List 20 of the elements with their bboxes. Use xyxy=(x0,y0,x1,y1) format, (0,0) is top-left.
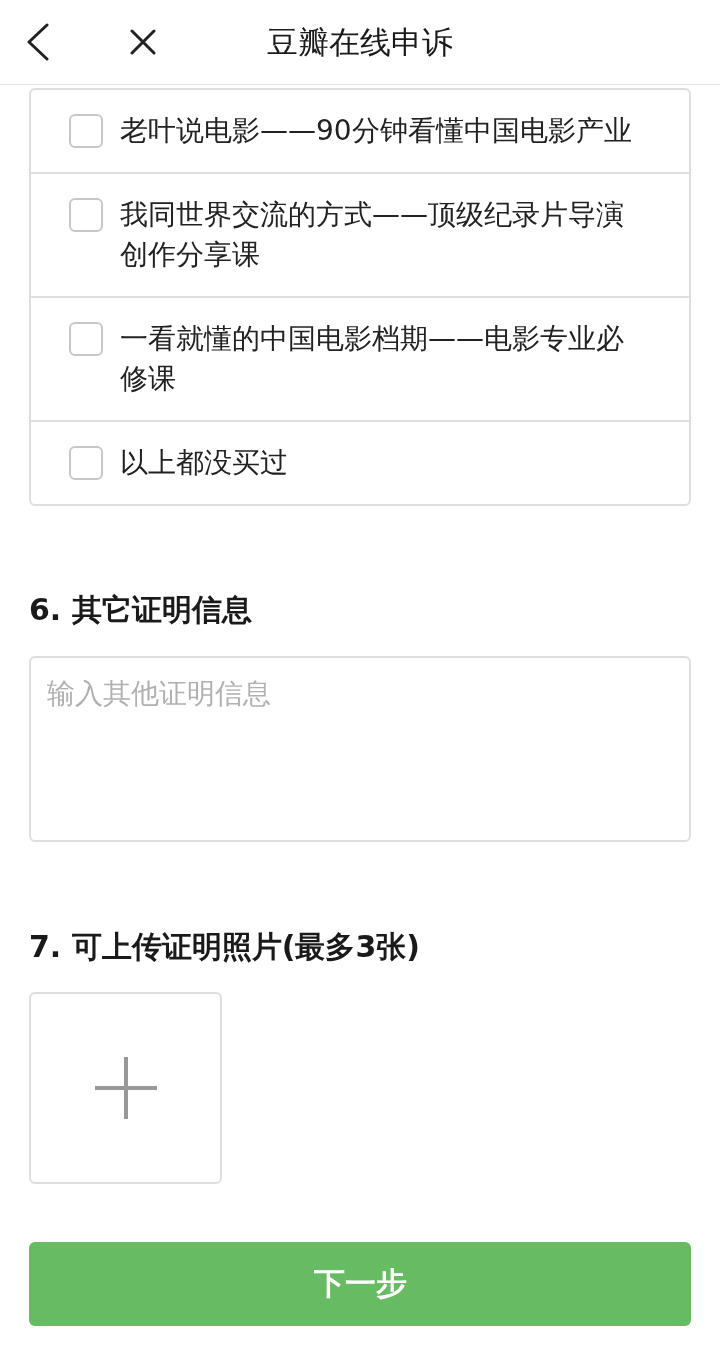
plus-icon xyxy=(94,1057,157,1119)
page-title: 豆瓣在线申诉 xyxy=(267,23,453,62)
option-label: 一看就懂的中国电影档期——电影专业必修课 xyxy=(120,321,625,397)
upload-photo-button[interactable] xyxy=(29,992,222,1184)
checkbox[interactable] xyxy=(69,198,103,232)
option-row[interactable]: 老叶说电影——90分钟看懂中国电影产业 xyxy=(31,90,689,172)
checkbox[interactable] xyxy=(69,114,103,148)
checkbox[interactable] xyxy=(69,446,103,480)
option-row[interactable]: 以上都没买过 xyxy=(31,420,689,504)
input-field[interactable]: 输入其他证明信息 xyxy=(29,656,691,842)
section-heading: 7. 可上传证明照片(最多3张) xyxy=(29,928,421,966)
option-row[interactable]: 我同世界交流的方式——顶级纪录片导演创作分享课 xyxy=(31,172,689,296)
option-label: 以上都没买过 xyxy=(120,445,289,481)
option-label: 老叶说电影——90分钟看懂中国电影产业 xyxy=(120,113,633,149)
back-icon[interactable] xyxy=(26,23,50,61)
option-label: 我同世界交流的方式——顶级纪录片导演创作分享课 xyxy=(120,197,625,273)
section-heading: 6. 其它证明信息 xyxy=(29,591,253,629)
option-row[interactable]: 一看就懂的中国电影档期——电影专业必修课 xyxy=(31,296,689,420)
close-icon[interactable] xyxy=(130,29,156,55)
checkbox[interactable] xyxy=(69,322,103,356)
